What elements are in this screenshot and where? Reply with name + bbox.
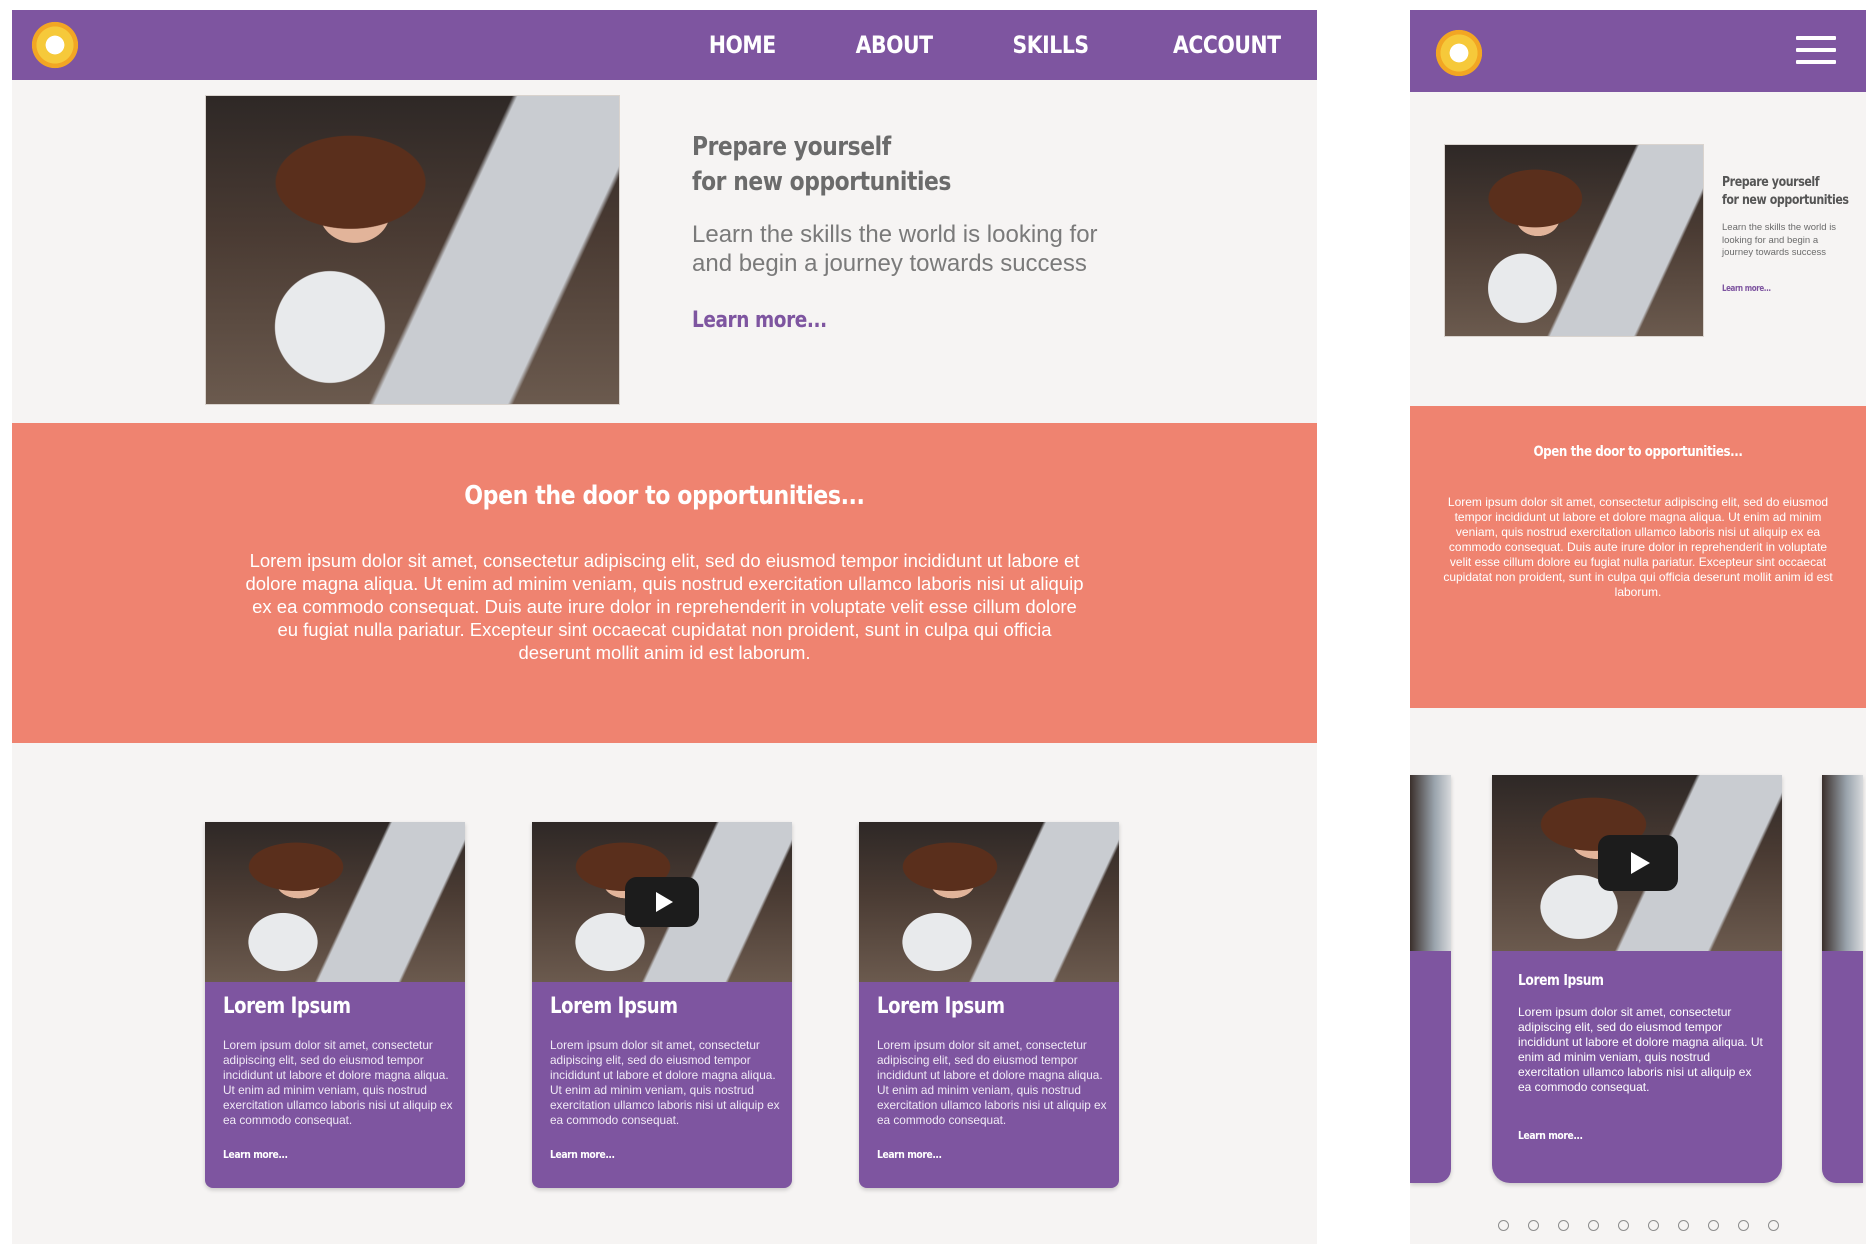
hero-learn-more-link[interactable]: Learn more... (692, 308, 827, 333)
card-title: Lorem Ipsum (223, 994, 351, 1019)
carousel-dot[interactable] (1497, 1220, 1509, 1231)
nav-home-link[interactable]: HOME (709, 31, 776, 59)
carousel-dot[interactable] (1557, 1220, 1569, 1231)
mobile-hero-subtitle: Learn the skills the world is looking fo… (1722, 222, 1837, 258)
mobile-layout: Prepare yourself for new opportunities L… (1410, 10, 1866, 1244)
mobile-card-body: Lorem ipsum dolor sit amet, consectetur … (1518, 1005, 1763, 1094)
mobile-hero-photo (1444, 144, 1704, 337)
nav-account-link[interactable]: ACCOUNT (1173, 31, 1281, 59)
desktop-nav-menu: HOME ABOUT SKILLS ACCOUNT (631, 10, 1281, 80)
desktop-layout: HOME ABOUT SKILLS ACCOUNT Prepare yourse… (12, 10, 1317, 1244)
mobile-hero-text-block: Prepare yourself for new opportunities L… (1722, 174, 1852, 296)
sun-logo-icon[interactable] (28, 18, 82, 72)
mobile-band-body-text: Lorem ipsum dolor sit amet, consectetur … (1443, 495, 1833, 599)
mobile-hero-title-line2: for new opportunities (1722, 193, 1849, 208)
card-body: Lorem ipsum dolor sit amet, consectetur … (550, 1038, 780, 1127)
hero-subtitle: Learn the skills the world is looking fo… (692, 221, 1098, 277)
carousel-dot[interactable] (1737, 1220, 1749, 1231)
nav-about-link[interactable]: ABOUT (856, 31, 933, 59)
hamburger-menu-icon[interactable] (1796, 36, 1836, 66)
sun-logo-icon[interactable] (1432, 26, 1486, 80)
course-card: Lorem Ipsum Lorem ipsum dolor sit amet, … (859, 822, 1119, 1188)
mobile-hero-title-line1: Prepare yourself (1722, 175, 1820, 190)
card-photo-tablet (205, 822, 465, 982)
carousel-dot[interactable] (1677, 1220, 1689, 1231)
opportunities-band: Open the door to opportunities... Lorem … (12, 423, 1317, 743)
course-card-video: Lorem Ipsum Lorem ipsum dolor sit amet, … (532, 822, 792, 1188)
carousel-prev-card-peek[interactable] (1410, 775, 1451, 1183)
carousel-dot[interactable] (1587, 1220, 1599, 1231)
play-video-icon[interactable] (625, 877, 699, 927)
carousel-dot[interactable] (1647, 1220, 1659, 1231)
carousel-pagination-dots (1410, 1220, 1866, 1231)
mobile-opportunities-band: Open the door to opportunities... Lorem … (1410, 406, 1866, 708)
desktop-navbar: HOME ABOUT SKILLS ACCOUNT (12, 10, 1317, 80)
nav-skills-link[interactable]: SKILLS (1012, 31, 1089, 59)
hero-title-line2: for new opportunities (692, 167, 952, 197)
carousel-dot[interactable] (1527, 1220, 1539, 1231)
card-learn-more-link[interactable]: Learn more... (223, 1148, 288, 1161)
hero-photo-woman-laptop (205, 95, 620, 405)
course-card: Lorem Ipsum Lorem ipsum dolor sit amet, … (205, 822, 465, 1188)
hero-text-block: Prepare yourself for new opportunities L… (692, 130, 1112, 333)
card-body: Lorem ipsum dolor sit amet, consectetur … (877, 1038, 1107, 1127)
card-body: Lorem ipsum dolor sit amet, consectetur … (223, 1038, 453, 1127)
card-title: Lorem Ipsum (877, 994, 1005, 1019)
mobile-band-heading: Open the door to opportunities... (1533, 444, 1743, 460)
mobile-navbar (1410, 10, 1866, 92)
card-learn-more-link[interactable]: Learn more... (877, 1148, 942, 1161)
mobile-card-title: Lorem Ipsum (1518, 971, 1604, 989)
card-title: Lorem Ipsum (550, 994, 678, 1019)
carousel-dot[interactable] (1617, 1220, 1629, 1231)
card-photo-office-computer (859, 822, 1119, 982)
band-body-text: Lorem ipsum dolor sit amet, consectetur … (245, 550, 1084, 663)
play-video-icon[interactable] (1598, 835, 1678, 891)
mobile-course-card: Lorem Ipsum Lorem ipsum dolor sit amet, … (1492, 775, 1782, 1183)
mobile-card-learn-more-link[interactable]: Learn more... (1518, 1129, 1583, 1142)
band-heading: Open the door to opportunities... (464, 481, 865, 511)
carousel-next-card-peek[interactable] (1822, 775, 1863, 1183)
hero-title-line1: Prepare yourself (692, 132, 891, 162)
carousel-dot[interactable] (1707, 1220, 1719, 1231)
card-learn-more-link[interactable]: Learn more... (550, 1148, 615, 1161)
carousel-dot[interactable] (1767, 1220, 1779, 1231)
mobile-hero-learn-more-link[interactable]: Learn more... (1722, 284, 1771, 294)
